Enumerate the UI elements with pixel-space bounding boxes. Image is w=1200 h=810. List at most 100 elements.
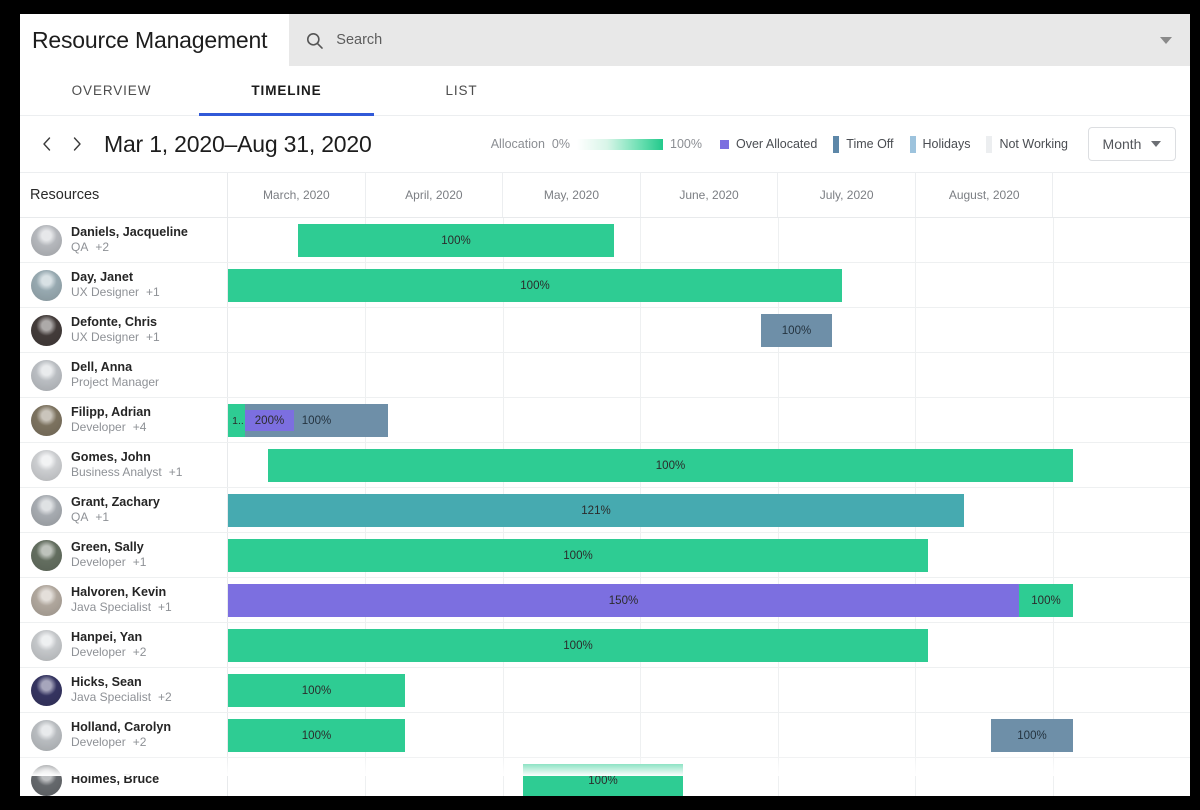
resource-name: Hanpei, Yan (71, 630, 146, 646)
legend-allocation-min: 0% (552, 137, 570, 151)
allocation-bar[interactable]: 100% (298, 224, 614, 257)
resource-cell[interactable]: Defonte, ChrisUX Designer+1 (20, 308, 228, 352)
timeline-track[interactable]: 100% (228, 758, 1190, 796)
resource-text: Daniels, JacquelineQA+2 (71, 225, 188, 256)
over-allocated-swatch-icon (720, 140, 729, 149)
resource-cell[interactable]: Holland, CarolynDeveloper+2 (20, 713, 228, 757)
grid-line (640, 308, 641, 352)
resource-extra-count: +1 (133, 555, 147, 569)
table-row[interactable]: Hicks, SeanJava Specialist+2100% (20, 668, 1190, 713)
table-row[interactable]: Grant, ZacharyQA+1121% (20, 488, 1190, 533)
resource-cell[interactable]: Day, JanetUX Designer+1 (20, 263, 228, 307)
table-row[interactable]: Dell, AnnaProject Manager (20, 353, 1190, 398)
allocation-bar[interactable]: 100% (268, 449, 1073, 482)
resource-role: Java Specialist+1 (71, 600, 172, 615)
allocation-bar[interactable]: 121% (228, 494, 964, 527)
allocation-bar[interactable]: 100% (228, 629, 928, 662)
timeline-track[interactable]: 1..100%200% (228, 398, 1190, 442)
resource-cell[interactable]: Gomes, JohnBusiness Analyst+1 (20, 443, 228, 487)
resources-column-header: Resources (20, 173, 228, 217)
timeline-track[interactable]: 100% (228, 263, 1190, 307)
timeline-track[interactable]: 150%100% (228, 578, 1190, 622)
resource-cell[interactable]: Dell, AnnaProject Manager (20, 353, 228, 397)
resource-cell[interactable]: Halvoren, KevinJava Specialist+1 (20, 578, 228, 622)
next-period-button[interactable] (62, 129, 92, 159)
timeline-track[interactable]: 100% (228, 308, 1190, 352)
allocation-bar[interactable]: 100% (228, 539, 928, 572)
allocation-bar[interactable]: 100% (991, 719, 1073, 752)
allocation-bar[interactable]: 100% (228, 269, 842, 302)
search-bar[interactable] (289, 14, 1190, 66)
avatar (31, 720, 62, 751)
resource-cell[interactable]: Daniels, JacquelineQA+2 (20, 218, 228, 262)
tab-overview[interactable]: OVERVIEW (24, 66, 199, 115)
avatar (31, 630, 62, 661)
legend: Allocation 0% 100% Over Allocated Time O… (491, 127, 1176, 161)
table-row[interactable]: Day, JanetUX Designer+1100% (20, 263, 1190, 308)
allocation-bar[interactable]: 100% (761, 314, 832, 347)
allocation-bar[interactable]: 100% (228, 674, 405, 707)
timeline-track[interactable]: 100% (228, 623, 1190, 667)
timeline-track[interactable]: 100% (228, 218, 1190, 262)
resource-name: Hicks, Sean (71, 675, 172, 691)
previous-period-button[interactable] (32, 129, 62, 159)
timeline-grid: Resources March, 2020April, 2020May, 202… (20, 172, 1190, 776)
table-row[interactable]: Green, SallyDeveloper+1100% (20, 533, 1190, 578)
chevron-down-icon[interactable] (1160, 37, 1172, 44)
avatar (31, 225, 62, 256)
resource-role-label: Java Specialist (71, 600, 151, 614)
timeline-track[interactable]: 100% (228, 443, 1190, 487)
resource-role-label: Project Manager (71, 375, 159, 389)
allocation-bar[interactable]: 100% (523, 764, 683, 796)
table-row[interactable]: Filipp, AdrianDeveloper+41..100%200% (20, 398, 1190, 443)
resource-name: Grant, Zachary (71, 495, 160, 511)
resource-cell[interactable]: Holmes, Bruce (20, 758, 228, 796)
month-column-header: July, 2020 (778, 173, 916, 217)
legend-label: Not Working (999, 137, 1068, 151)
table-row[interactable]: Holland, CarolynDeveloper+2 100% 100% (20, 713, 1190, 758)
resource-name: Filipp, Adrian (71, 405, 151, 421)
timeline-track[interactable]: 100% (228, 668, 1190, 712)
resource-role-label: Developer (71, 735, 126, 749)
resource-extra-count: +1 (146, 285, 160, 299)
timeline-track[interactable]: 100% (228, 533, 1190, 577)
tab-timeline[interactable]: TIMELINE (199, 66, 374, 115)
allocation-bar[interactable]: 100% (228, 719, 405, 752)
table-row[interactable]: Hanpei, YanDeveloper+2100% (20, 623, 1190, 668)
table-row[interactable]: Holmes, Bruce 100% (20, 758, 1190, 796)
grid-line (1053, 308, 1054, 352)
resource-cell[interactable]: Green, SallyDeveloper+1 (20, 533, 228, 577)
not-working-swatch-icon (986, 136, 992, 153)
resource-cell[interactable]: Hicks, SeanJava Specialist+2 (20, 668, 228, 712)
timeline-track[interactable]: 100% 100% (228, 713, 1190, 757)
allocation-bar[interactable]: 150% (228, 584, 1019, 617)
table-row[interactable]: Defonte, ChrisUX Designer+1 100% (20, 308, 1190, 353)
resource-text: Dell, AnnaProject Manager (71, 360, 159, 391)
allocation-bar[interactable]: 100% (1019, 584, 1073, 617)
legend-label: Time Off (846, 137, 893, 151)
resource-cell[interactable]: Grant, ZacharyQA+1 (20, 488, 228, 532)
resource-role: Project Manager (71, 375, 159, 390)
table-row[interactable]: Gomes, JohnBusiness Analyst+1 100% (20, 443, 1190, 488)
grid-line (1053, 623, 1054, 667)
resource-role-label: Business Analyst (71, 465, 162, 479)
legend-item-time-off: Time Off (833, 136, 893, 153)
grid-line (915, 263, 916, 307)
table-row[interactable]: Daniels, JacquelineQA+2 100% (20, 218, 1190, 263)
grid-line (1053, 488, 1054, 532)
allocation-bar[interactable]: 200% (245, 410, 294, 431)
resource-cell[interactable]: Hanpei, YanDeveloper+2 (20, 623, 228, 667)
resource-role: QA+1 (71, 510, 160, 525)
month-column-header: March, 2020 (228, 173, 366, 217)
resource-cell[interactable]: Filipp, AdrianDeveloper+4 (20, 398, 228, 442)
tab-list[interactable]: LIST (374, 66, 549, 115)
zoom-level-select[interactable]: Month (1088, 127, 1176, 161)
table-row[interactable]: Halvoren, KevinJava Specialist+1150%100% (20, 578, 1190, 623)
grid-line (1053, 758, 1054, 796)
timeline-track[interactable] (228, 353, 1190, 397)
search-input[interactable] (336, 32, 1148, 48)
grid-line (915, 713, 916, 757)
resource-text: Holland, CarolynDeveloper+2 (71, 720, 171, 751)
resource-text: Gomes, JohnBusiness Analyst+1 (71, 450, 182, 481)
timeline-track[interactable]: 121% (228, 488, 1190, 532)
